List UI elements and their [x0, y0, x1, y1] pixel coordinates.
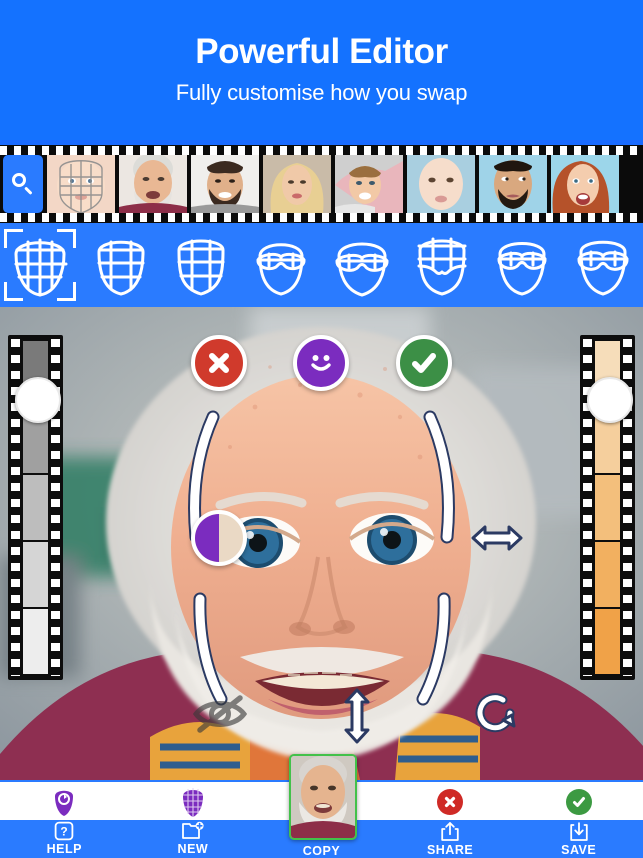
half-circle-icon [195, 514, 219, 562]
search-button[interactable] [3, 155, 43, 213]
mask-shape-icon [577, 240, 629, 296]
eye-off-icon [192, 695, 248, 733]
face-mesh-icon [182, 788, 203, 817]
mask-shape-icon [335, 242, 389, 297]
page-subtitle: Fully customise how you swap [175, 79, 468, 105]
thumb-man-grimace[interactable] [479, 155, 547, 213]
question-box-icon: ? [54, 821, 74, 841]
new-label: NEW [177, 842, 209, 856]
mask-eyes-oval[interactable] [482, 225, 562, 305]
thumb-baby-grid[interactable] [47, 155, 115, 213]
mask-eyes-wide[interactable] [322, 225, 402, 305]
mask-shape-icon [14, 238, 68, 297]
rotate-icon [475, 693, 516, 733]
mask-shape-icon [177, 239, 225, 296]
promo-header: Powerful Editor Fully customise how you … [0, 0, 643, 140]
folder-plus-icon [181, 821, 204, 839]
skintone-slider[interactable] [580, 335, 635, 680]
bottom-toolbar[interactable]: ? HELP NEW COPY SHARE SAVE [0, 754, 643, 858]
thumb-boy[interactable] [335, 155, 403, 213]
new-button[interactable]: NEW [129, 820, 258, 858]
mask-shape-icon [256, 243, 306, 296]
mask-eyes-tall[interactable] [563, 225, 643, 305]
share-button[interactable]: SHARE [386, 820, 515, 858]
x-icon [437, 789, 464, 815]
cancel-button[interactable] [191, 335, 247, 391]
editor-canvas[interactable] [0, 307, 643, 780]
opacity-button[interactable] [191, 510, 247, 566]
check-icon [412, 353, 436, 373]
thumb-blonde-woman[interactable] [263, 155, 331, 213]
accept-icon-save[interactable] [514, 782, 643, 822]
save-button[interactable]: SAVE [514, 820, 643, 858]
arrows-left-right-icon [471, 525, 523, 551]
thumb-toddler[interactable] [407, 155, 475, 213]
mask-shape-icon [497, 242, 547, 296]
face-thumbnail-strip[interactable] [0, 145, 643, 223]
mask-full-grid-tall[interactable] [161, 225, 241, 305]
brightness-slider[interactable] [8, 335, 63, 680]
mask-shape-selector[interactable] [0, 223, 643, 307]
thumb-bearded-man[interactable] [191, 155, 259, 213]
help-label: HELP [46, 842, 82, 856]
resize-vertical-handle[interactable] [337, 687, 377, 750]
app-root: Powerful Editor Fully customise how you … [0, 0, 643, 858]
help-button[interactable]: ? HELP [0, 820, 129, 858]
discard-icon-share[interactable] [386, 782, 515, 822]
mask-eyes-narrow[interactable] [241, 225, 321, 305]
rotate-button[interactable] [470, 687, 522, 744]
film-perforation-bottom [0, 213, 643, 222]
share-upload-icon [441, 822, 459, 841]
share-label: SHARE [426, 843, 474, 857]
hide-button[interactable] [190, 690, 250, 743]
thumb-elder-man[interactable] [119, 155, 187, 213]
mask-upper-half[interactable] [402, 225, 482, 305]
face-mesh-icon-new[interactable] [129, 782, 258, 822]
page-title: Powerful Editor [195, 32, 448, 72]
skintone-slider-knob[interactable] [586, 377, 633, 423]
mask-full-grid-wide[interactable] [0, 225, 80, 305]
mask-full-grid-square[interactable] [80, 225, 160, 305]
search-icon [12, 173, 34, 196]
thumb-redhead-woman[interactable] [551, 155, 619, 213]
save-label: SAVE [561, 843, 597, 857]
save-download-icon [569, 822, 588, 841]
arrows-up-down-icon [344, 688, 370, 744]
copy-label: COPY [302, 844, 341, 858]
mask-shape-icon [97, 240, 145, 296]
copy-button[interactable]: COPY [257, 754, 386, 858]
svg-text:?: ? [61, 825, 68, 839]
face-shape-icon [55, 790, 74, 816]
copy-thumbnail[interactable] [289, 754, 358, 840]
film-perforation-top [0, 146, 643, 155]
confirm-button[interactable] [396, 335, 452, 391]
mask-shape-icon [417, 237, 467, 296]
resize-horizontal-handle[interactable] [470, 519, 524, 562]
x-icon [209, 353, 229, 373]
face-thumbnail [291, 756, 356, 838]
check-icon [565, 789, 592, 815]
face-shape-icon-help[interactable] [0, 782, 129, 822]
smiley-icon [311, 355, 331, 371]
smiley-button[interactable] [293, 335, 349, 391]
brightness-slider-knob[interactable] [14, 377, 61, 423]
